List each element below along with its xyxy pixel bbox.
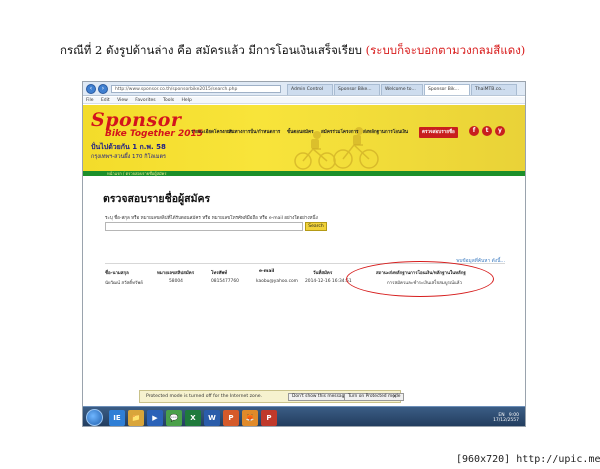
- col-email: e-mail: [259, 269, 275, 274]
- browser-menubar: File Edit View Favorites Tools Help: [83, 97, 525, 104]
- image-footer: [960x720] http://upic.me/: [456, 454, 600, 465]
- col-name: ชื่อ-นามสกุล: [105, 271, 129, 276]
- tab-sponsor-bike-active[interactable]: Sponsor Bik...: [424, 84, 470, 95]
- twitter-icon[interactable]: t: [482, 126, 492, 136]
- menu-tools[interactable]: Tools: [160, 97, 177, 104]
- browser-toolbar: ‹ › http://www.sponsor.co.th/sponsorbike…: [83, 82, 525, 96]
- windows-taskbar: IE 📁 ▶ 💬 X W P 🦊 P EN 9:00 17/12/2557: [83, 406, 525, 426]
- menu-view[interactable]: View: [114, 97, 131, 104]
- nav-route-schedule[interactable]: เส้นทางการปั่น/กำหนดการ: [227, 129, 280, 136]
- row-name: นัยวัฒน์ สวัสดิ์ทรัพย์: [105, 281, 143, 286]
- firefox-icon[interactable]: 🦊: [242, 410, 258, 426]
- protected-mode-notification: Protected mode is turned off for the Int…: [139, 390, 405, 403]
- search-hint: ระบุ ชื่อ-สกุล หรือ หมายเลขสลิปที่ได้รับ…: [105, 216, 318, 221]
- row-slip-number: 58004: [169, 279, 183, 284]
- screenshot-frame: ‹ › http://www.sponsor.co.th/sponsorbike…: [82, 81, 526, 427]
- instruction-highlight: (ระบบก็จะบอกตามวงกลมสีแดง): [365, 43, 526, 57]
- check-names-button[interactable]: ตรวจสอบรายชื่อ: [419, 127, 458, 138]
- nav-send-payment-proof[interactable]: ส่งหลักฐานการโอนเงิน: [363, 129, 408, 136]
- instruction-main: กรณีที่ 2 ดังรูปด้านล่าง คือ สมัครแล้ว ม…: [60, 43, 362, 57]
- nav-project-details[interactable]: รายละเอียดโครงการ: [191, 129, 232, 136]
- tab-sponsor-bike[interactable]: Sponsor Bike...: [334, 84, 380, 95]
- youtube-icon[interactable]: y: [495, 126, 505, 136]
- menu-edit[interactable]: Edit: [98, 97, 113, 104]
- tab-thaimtb[interactable]: ThaiMTB.co...: [471, 84, 517, 95]
- excel-icon[interactable]: X: [185, 410, 201, 426]
- search-button[interactable]: Search: [305, 222, 327, 231]
- ie-icon[interactable]: IE: [109, 410, 125, 426]
- row-phone: 0815477760: [211, 279, 239, 284]
- folder-icon[interactable]: 📁: [128, 410, 144, 426]
- address-bar[interactable]: http://www.sponsor.co.th/sponsorbike2015…: [111, 85, 281, 93]
- breadcrumb[interactable]: หน้าแรก / ตรวจสอบรายชื่อผู้สมัคร: [107, 171, 166, 176]
- tab-welcome[interactable]: Welcome to...: [381, 84, 423, 95]
- row-registered-date: 2014-12-16 16:34:51: [305, 279, 352, 284]
- menu-favorites[interactable]: Favorites: [132, 97, 158, 104]
- forward-button[interactable]: ›: [98, 84, 108, 94]
- col-phone: โทรศัพท์: [211, 271, 228, 276]
- facebook-icon[interactable]: f: [469, 126, 479, 136]
- system-tray[interactable]: EN 9:00 17/12/2557: [493, 413, 519, 423]
- pdf-icon[interactable]: P: [261, 410, 277, 426]
- site-banner: Sponsor Bike Together 2015 ปั่นไปด้วยกัน…: [83, 105, 525, 171]
- notification-text: Protected mode is turned off for the Int…: [146, 394, 263, 399]
- nav-apply-steps[interactable]: ขั้นตอนสมัคร: [287, 129, 314, 136]
- sponsor-logo[interactable]: Sponsor: [91, 109, 181, 131]
- row-email: kaobu@yahoo.com: [256, 279, 298, 284]
- tab-admin-control[interactable]: Admin Control: [287, 84, 333, 95]
- event-route: กรุงเทพฯ-สวนผึ้ง 170 กิโลเมตร: [91, 154, 166, 160]
- menu-help[interactable]: Help: [179, 97, 195, 104]
- col-registered-date: วันที่สมัคร: [313, 271, 333, 276]
- instruction-heading: กรณีที่ 2 ดังรูปด้านล่าง คือ สมัครแล้ว ม…: [60, 42, 525, 60]
- col-slip-number: หมายเลขสลิปสมัคร: [157, 271, 195, 276]
- highlight-circle: [346, 261, 494, 297]
- page-title: ตรวจสอบรายชื่อผู้สมัคร: [103, 193, 211, 205]
- start-button[interactable]: [86, 409, 103, 426]
- event-date: ปั่นไปด้วยกัน 1 ก.พ. 58: [91, 143, 166, 151]
- nav-register[interactable]: สมัครร่วมโครงการ: [321, 129, 359, 136]
- chat-icon[interactable]: 💬: [166, 410, 182, 426]
- powerpoint-icon[interactable]: P: [223, 410, 239, 426]
- back-button[interactable]: ‹: [86, 84, 96, 94]
- word-icon[interactable]: W: [204, 410, 220, 426]
- media-player-icon[interactable]: ▶: [147, 410, 163, 426]
- close-icon[interactable]: ×: [392, 393, 397, 400]
- menu-file[interactable]: File: [83, 97, 97, 104]
- cyclists-illustration: [294, 127, 379, 170]
- search-input[interactable]: [105, 222, 303, 231]
- tray-date: 17/12/2557: [493, 418, 519, 423]
- event-tagline: Bike Together 2015: [105, 129, 203, 139]
